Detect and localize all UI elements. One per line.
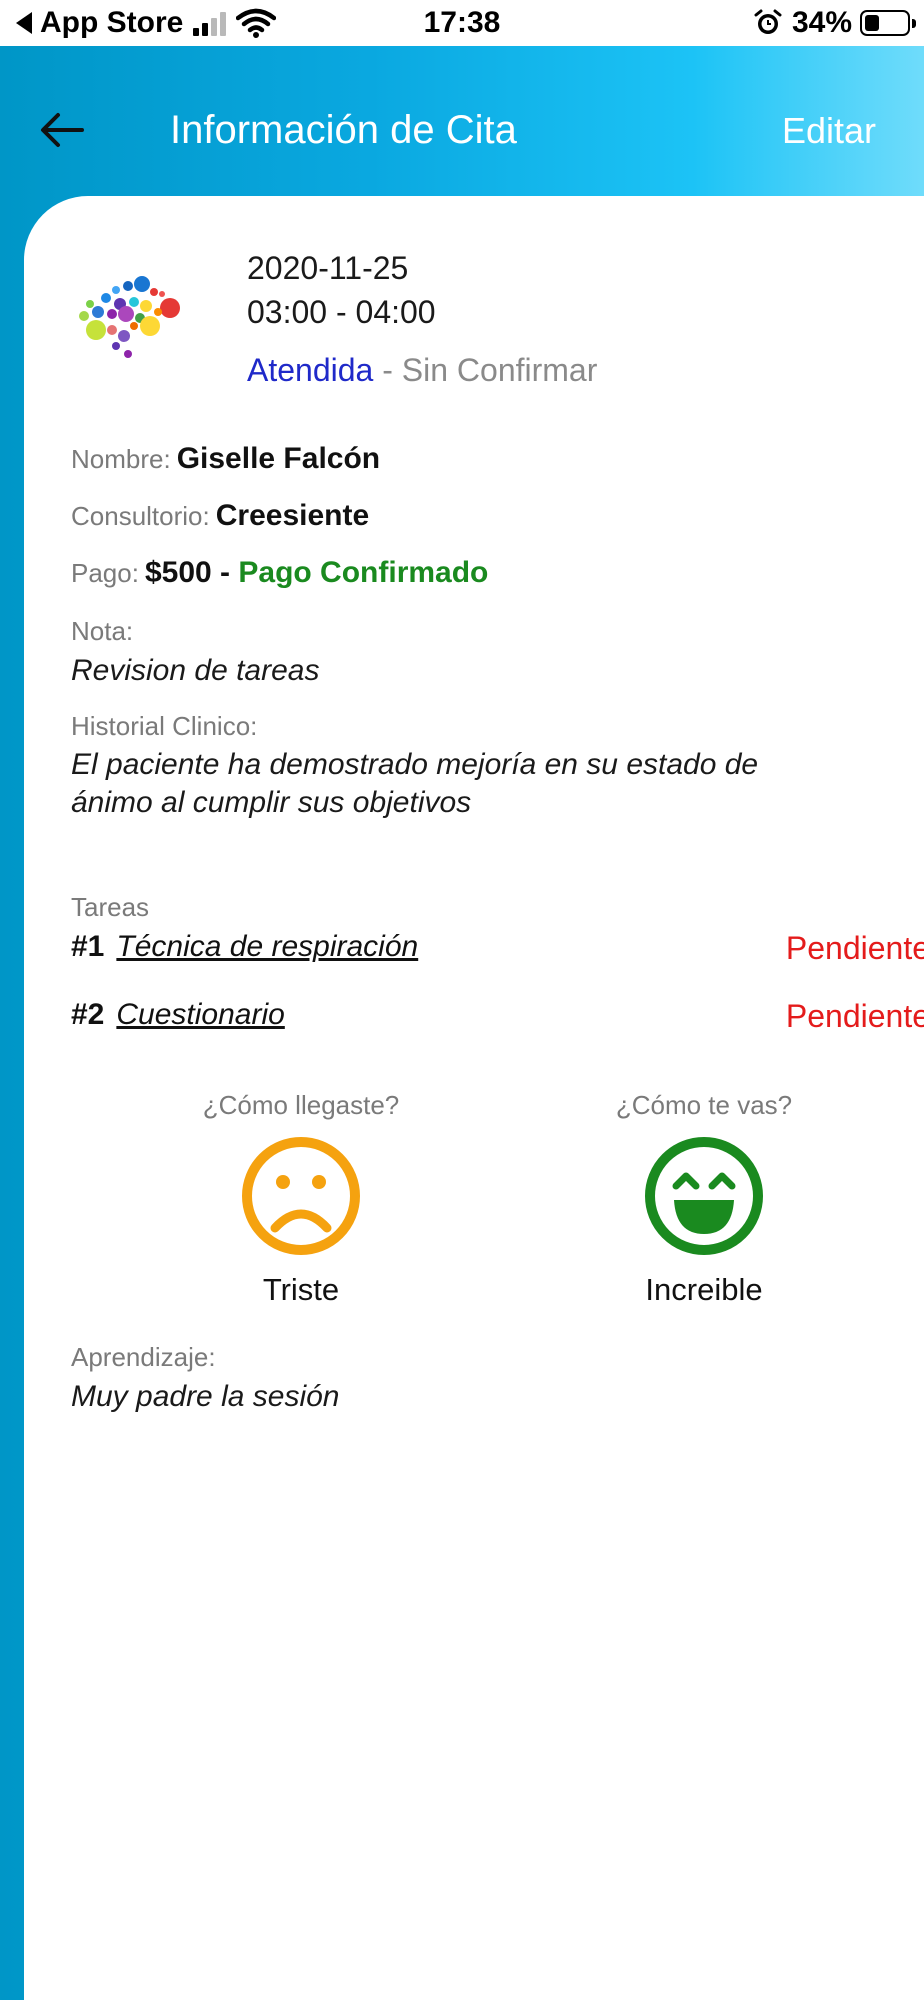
battery-cap	[912, 19, 916, 28]
status-bar: App Store 17:38 34%	[0, 0, 924, 46]
confirmation-status: Sin Confirmar	[401, 352, 598, 388]
history-text-line-2: ánimo al cumplir sus objetivos	[71, 786, 472, 819]
screen: App Store 17:38 34% Información de Cita …	[0, 0, 924, 2000]
arrival-question: ¿Cómo llegaste?	[202, 1090, 400, 1120]
arrival-mood-label: Triste	[262, 1272, 340, 1307]
appointment-time: 03:00 - 04:00	[247, 294, 436, 330]
navigation-bar: Información de Cita Editar	[0, 46, 924, 196]
appointment-status: Atendida - Sin Confirmar	[247, 352, 597, 389]
task-status: Pendiente	[785, 998, 924, 1034]
brain-logo-icon	[79, 276, 180, 358]
task-number: #1	[71, 930, 105, 963]
patient-name-row: Nombre: Giselle Falcón	[71, 442, 380, 476]
office-label: Consultorio:	[71, 501, 210, 531]
tasks-label: Tareas	[71, 892, 150, 922]
task-status: Pendiente	[785, 930, 924, 966]
office-name: Creesiente	[215, 499, 370, 532]
sad-face-icon	[242, 1137, 360, 1255]
alarm-icon	[754, 9, 782, 34]
battery-percent: 34%	[791, 6, 852, 39]
task-link[interactable]: Cuestionario	[116, 998, 284, 1032]
back-arrow-icon[interactable]	[38, 110, 84, 150]
battery-level	[865, 15, 879, 31]
learning-text: Muy padre la sesión	[71, 1380, 340, 1413]
status-right: 34%	[754, 6, 916, 40]
payment-status: Pago Confirmado	[238, 556, 489, 589]
note-label: Nota:	[71, 616, 134, 646]
departure-mood-label: Increible	[645, 1272, 763, 1307]
task-link[interactable]: Técnica de respiración	[116, 930, 418, 964]
name-label: Nombre:	[71, 444, 171, 474]
appointment-card: 2020-11-25 03:00 - 04:00 Atendida - Sin …	[24, 196, 924, 2000]
payment-row: Pago: $500 - Pago Confirmado	[71, 556, 488, 590]
learning-label: Aprendizaje:	[71, 1342, 216, 1372]
payment-label: Pago:	[71, 558, 139, 588]
status-separator: -	[373, 352, 402, 388]
office-row: Consultorio: Creesiente	[71, 499, 369, 533]
attendance-status: Atendida	[247, 352, 374, 388]
battery-icon	[860, 10, 916, 36]
history-label: Historial Clinico:	[71, 711, 258, 741]
history-text-line-1: El paciente ha demostrado mejoría en su …	[71, 748, 759, 781]
appointment-date: 2020-11-25	[247, 250, 409, 286]
task-item[interactable]: #2 Cuestionario	[71, 998, 285, 1032]
edit-button[interactable]: Editar	[782, 110, 876, 152]
departure-question: ¿Cómo te vas?	[615, 1090, 793, 1120]
payment-separator: -	[211, 556, 239, 589]
payment-amount: $500	[144, 556, 212, 589]
note-text: Revision de tareas	[71, 654, 320, 687]
grinning-face-icon	[645, 1137, 763, 1255]
task-number: #2	[71, 998, 105, 1031]
patient-name: Giselle Falcón	[176, 442, 381, 475]
page-title: Información de Cita	[170, 108, 517, 152]
task-item[interactable]: #1 Técnica de respiración	[71, 930, 418, 964]
